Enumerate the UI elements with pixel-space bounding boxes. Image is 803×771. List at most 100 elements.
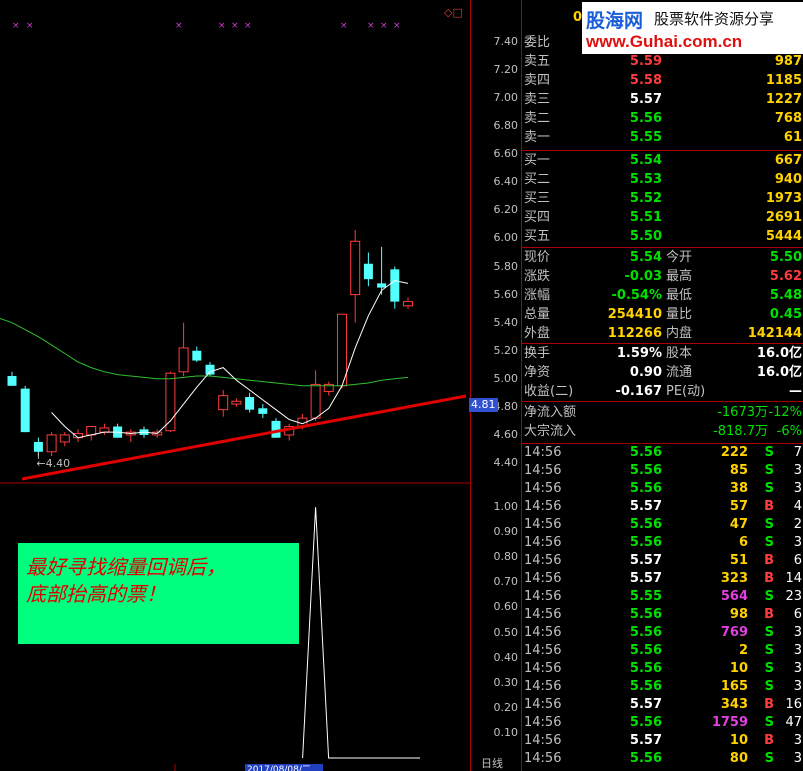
signal-mark: × xyxy=(244,21,252,31)
trade-count: 6 xyxy=(793,607,802,622)
candle-body xyxy=(178,347,189,373)
note-line-2: 底部抬高的票！ xyxy=(26,582,166,606)
quote-panel: 0 委比 卖五 5.59 987 卖四 5.58 1185 卖三 5.57 1227 卖二 5.56… xyxy=(521,0,803,771)
trade-row: 14:56 5.57 343 B 16 xyxy=(522,696,803,714)
stat-value: 254410 xyxy=(607,307,662,322)
level-label: 卖三 xyxy=(524,92,551,107)
order-book-row: 卖四 5.58 1185 xyxy=(522,71,803,90)
order-book-row: 买一 5.54 667 xyxy=(522,151,803,170)
volume-tick: 0.60 xyxy=(493,600,519,614)
trade-count: 6 xyxy=(793,553,802,568)
order-book-row: 买四 5.51 2691 xyxy=(522,208,803,227)
stat-label: 最高 xyxy=(666,269,693,284)
stat-value: — xyxy=(789,384,802,399)
candle-body xyxy=(46,434,57,453)
stat-label: 现价 xyxy=(524,250,551,265)
level-label: 买四 xyxy=(524,210,551,225)
trade-time: 14:56 xyxy=(524,499,562,514)
level-price: 5.55 xyxy=(629,130,662,145)
order-book-row: 买二 5.53 940 xyxy=(522,170,803,189)
level-label: 卖五 xyxy=(524,54,551,69)
trade-count: 14 xyxy=(785,571,802,586)
trade-row: 14:56 5.56 165 S 3 xyxy=(522,678,803,696)
stat-value: 0.45 xyxy=(769,307,802,322)
price-tick: 7.00 xyxy=(493,91,519,105)
level-volume: 940 xyxy=(774,172,802,187)
trade-time: 14:56 xyxy=(524,661,562,676)
stat-label: 收益(二) xyxy=(524,384,574,399)
trade-side: S xyxy=(764,715,774,730)
trade-count: 3 xyxy=(793,643,802,658)
trade-count: 23 xyxy=(785,589,802,604)
level-price: 5.52 xyxy=(629,191,662,206)
trade-row: 14:56 5.56 47 S 2 xyxy=(522,516,803,534)
stat-label: 涨幅 xyxy=(524,288,551,303)
volume-tick: 0.50 xyxy=(493,625,519,639)
stat-label: 总量 xyxy=(524,307,551,322)
level-volume: 61 xyxy=(783,130,802,145)
volume-tick: 0.10 xyxy=(493,725,519,739)
candle-body xyxy=(231,400,242,405)
level-price: 5.56 xyxy=(629,111,662,126)
trade-side: S xyxy=(764,679,774,694)
kline-chart[interactable]: × × × × × × × × × × ◇□ ←4.40 2017/08/08/二 xyxy=(0,0,470,771)
corner-icons: ◇□ xyxy=(444,6,463,19)
header-value: 0 xyxy=(572,10,582,25)
trade-time: 14:56 xyxy=(524,553,562,568)
trade-row: 14:56 5.56 222 S 7 xyxy=(522,444,803,462)
flow-value: -818.7万 xyxy=(713,424,768,439)
stat-value: 112266 xyxy=(607,326,662,341)
trade-volume: 10 xyxy=(729,733,748,748)
trade-count: 3 xyxy=(793,463,802,478)
guhai-logo: 股海网 股票软件资源分享 www.Guhai.com.cn xyxy=(582,2,803,54)
stat-label: 最低 xyxy=(666,288,693,303)
level-price: 5.57 xyxy=(629,92,662,107)
stat-label: 外盘 xyxy=(524,326,551,341)
level-volume: 987 xyxy=(774,54,802,69)
level-volume: 667 xyxy=(774,153,802,168)
volume-tick: 0.20 xyxy=(493,700,519,714)
order-book-row: 卖三 5.57 1227 xyxy=(522,90,803,109)
level-volume: 5444 xyxy=(765,229,802,244)
trade-volume: 165 xyxy=(720,679,748,694)
note-line-1: 最好寻找缩量回调后， xyxy=(26,555,226,579)
level-label: 买一 xyxy=(524,153,551,168)
stat-row: 涨幅 -0.54% 最低 5.48 xyxy=(522,286,803,305)
trade-row: 14:56 5.56 10 S 3 xyxy=(522,660,803,678)
date-label: 2017/08/08/二 xyxy=(247,765,311,771)
candle-body xyxy=(337,313,347,387)
trade-row: 14:56 5.56 80 S 3 xyxy=(522,750,803,768)
level-volume: 768 xyxy=(774,111,802,126)
trade-side: S xyxy=(764,481,774,496)
trade-price: 5.56 xyxy=(629,445,662,460)
flow-percent: -12% xyxy=(768,405,802,420)
trade-row: 14:56 5.57 51 B 6 xyxy=(522,552,803,570)
trade-time: 14:56 xyxy=(524,481,562,496)
trade-volume: 47 xyxy=(729,517,748,532)
trade-count: 3 xyxy=(793,625,802,640)
price-tick: 6.20 xyxy=(493,203,519,217)
volume-tick: 0.40 xyxy=(493,650,519,664)
candle-body xyxy=(59,434,70,443)
candle-body xyxy=(33,441,43,452)
candle-body xyxy=(377,283,387,288)
price-tick: 6.40 xyxy=(493,175,519,189)
price-tick: 5.60 xyxy=(493,287,519,301)
trade-count: 3 xyxy=(793,661,802,676)
level-label: 买五 xyxy=(524,229,551,244)
trade-price: 5.56 xyxy=(629,535,662,550)
trade-price: 5.56 xyxy=(629,625,662,640)
trade-time: 14:56 xyxy=(524,751,562,766)
trade-volume: 10 xyxy=(729,661,748,676)
level-volume: 1973 xyxy=(765,191,802,206)
trade-row: 14:56 5.57 323 B 14 xyxy=(522,570,803,588)
stat-label: 流通 xyxy=(666,365,693,380)
level-label: 买二 xyxy=(524,172,551,187)
volume-tick: 0.90 xyxy=(493,525,519,539)
level-price: 5.54 xyxy=(629,153,662,168)
trade-time: 14:56 xyxy=(524,571,562,586)
price-axis: 7.40 7.20 7.00 6.80 6.60 6.40 6.20 6.00 5.80 5.60… xyxy=(469,0,521,771)
stat-value: 0.90 xyxy=(629,365,662,380)
trade-side: B xyxy=(764,553,774,568)
stat-label: 涨跌 xyxy=(524,269,551,284)
